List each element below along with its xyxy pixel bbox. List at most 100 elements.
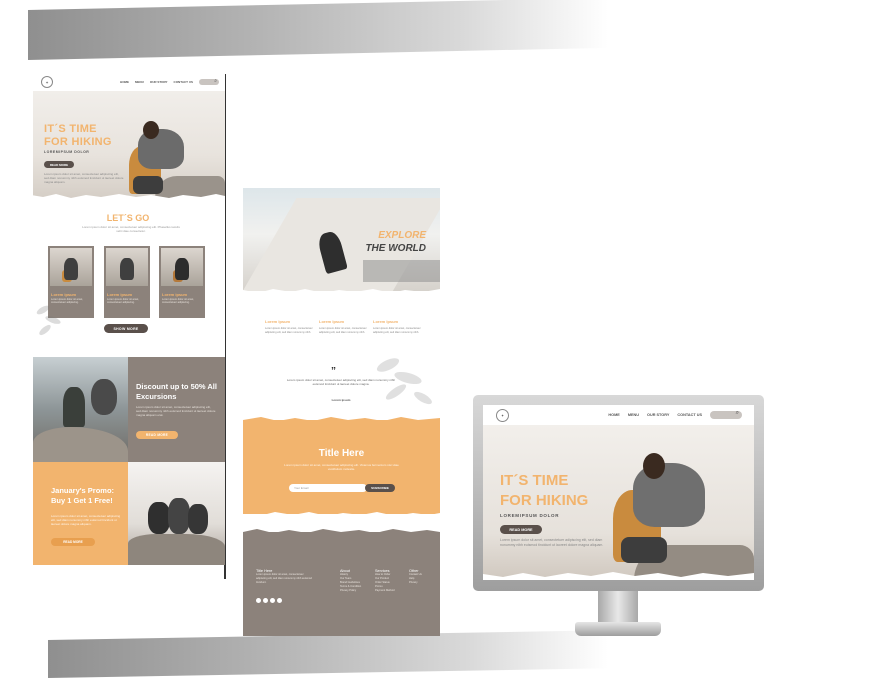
explore-title-line2: THE WORLD bbox=[365, 243, 426, 254]
testimonial-author: Lorem ipsum bbox=[331, 398, 351, 402]
read-more-button[interactable]: READ MORE bbox=[500, 525, 542, 534]
card-title: Lorem ipsum bbox=[51, 292, 77, 297]
hero-subtitle: LOREMIPSUM DOLOR bbox=[500, 513, 560, 518]
card-image bbox=[50, 248, 92, 286]
info-column-text: Lorem ipsum dolor sit amet, consectetuer… bbox=[319, 327, 367, 334]
nav-contact-us[interactable]: CONTACT US bbox=[174, 80, 193, 84]
social-icons bbox=[256, 598, 282, 603]
discount-title: Discount up to 50% All Excursions bbox=[136, 382, 217, 401]
logo-icon[interactable]: ✦ bbox=[496, 408, 509, 422]
info-column-text: Lorem ipsum dolor sit amet, consectetuer… bbox=[265, 327, 313, 334]
info-column-title: Lorem Ipsum bbox=[373, 319, 399, 324]
show-more-button[interactable]: SHOW MORE bbox=[104, 324, 148, 333]
newsletter-title: Title Here bbox=[318, 448, 365, 459]
lets-go-description: Lorem ipsum dolor sit amet, consectetuer… bbox=[82, 225, 180, 233]
landing-page-mockup: ✦ HOME MENU OUR STORY CONTACT US ⌕ IT´S … bbox=[31, 73, 225, 565]
footer-link[interactable]: Privacy bbox=[409, 581, 422, 585]
card-text: Lorem ipsum dolor sit amet, consectetuer… bbox=[162, 298, 195, 305]
testimonial-text: Lorem ipsum dolor sit amet, consectetuer… bbox=[286, 378, 396, 386]
read-more-button[interactable]: READ MORE bbox=[44, 161, 74, 168]
footer-column-other: Other Contact Us Help Privacy bbox=[409, 569, 422, 585]
nav-menu[interactable]: MENU bbox=[135, 80, 144, 84]
info-column: Lorem Ipsum Lorem ipsum dolor sit amet, … bbox=[319, 319, 371, 334]
torn-paper-edge bbox=[243, 512, 440, 519]
info-column: Lorem Ipsum Lorem ipsum dolor sit amet, … bbox=[373, 319, 425, 334]
promo-image bbox=[128, 462, 225, 565]
footer: Title Here Lorem ipsum dolor sit amet, c… bbox=[243, 532, 440, 636]
card-image bbox=[106, 248, 148, 286]
hero-title-line2: FOR HIKING bbox=[44, 136, 112, 148]
email-input[interactable]: Your Email bbox=[289, 484, 367, 492]
subscribe-button[interactable]: SUBSCRIBE bbox=[365, 484, 395, 492]
leaf-shadow-decoration bbox=[36, 305, 61, 336]
hero-title: IT´S TIME FOR HIKING bbox=[44, 123, 112, 149]
footer-column-about: About History Our Team Brand Guidelines … bbox=[340, 569, 361, 593]
card-title: Lorem ipsum bbox=[162, 292, 188, 297]
promo-text: Lorem ipsum dolor sit amet, consectetuer… bbox=[51, 514, 121, 526]
hero-text: Lorem ipsum dolor sit amet, consectetuer… bbox=[44, 172, 124, 184]
info-column-title: Lorem Ipsum bbox=[319, 319, 345, 324]
footer-link[interactable]: Payment Method bbox=[375, 589, 395, 593]
quote-icon: ” bbox=[331, 366, 336, 377]
info-column-text: Lorem ipsum dolor sit amet, consectetuer… bbox=[373, 327, 421, 334]
hero-section: IT´S TIME FOR HIKING LOREMIPSUM DOLOR RE… bbox=[33, 91, 225, 198]
tour-card[interactable]: Lorem ipsum Lorem ipsum dolor sit amet, … bbox=[104, 246, 150, 318]
torn-paper-edge bbox=[31, 194, 225, 201]
card-image bbox=[161, 248, 203, 286]
logo-icon[interactable]: ✦ bbox=[41, 76, 53, 88]
nav-our-story[interactable]: OUR STORY bbox=[647, 413, 669, 417]
instagram-icon[interactable] bbox=[256, 598, 261, 603]
torn-paper-edge bbox=[483, 572, 754, 580]
hero-title-line1: IT´S TIME bbox=[44, 123, 97, 135]
hero-title-line1: IT´S TIME bbox=[500, 472, 569, 489]
monitor-screen: ✦ HOME MENU OUR STORY CONTACT US ⌕ IT´S … bbox=[483, 405, 754, 580]
discount-read-more-button[interactable]: READ MORE bbox=[136, 431, 178, 439]
promo-read-more-button[interactable]: READ MORE bbox=[51, 538, 95, 546]
nav-menu[interactable]: MENU bbox=[628, 413, 639, 417]
youtube-icon[interactable] bbox=[277, 598, 282, 603]
hero-title: IT´S TIME FOR HIKING bbox=[500, 471, 588, 511]
hiker-head bbox=[643, 453, 665, 479]
navbar: ✦ HOME MENU OUR STORY CONTACT US ⌕ bbox=[483, 405, 754, 425]
nav-our-story[interactable]: OUR STORY bbox=[150, 80, 168, 84]
search-icon[interactable]: ⌕ bbox=[736, 410, 739, 417]
discount-panel: Discount up to 50% All Excursions Lorem … bbox=[128, 357, 225, 462]
nav-home[interactable]: HOME bbox=[120, 80, 129, 84]
footer-link[interactable]: Privacy Policy bbox=[340, 589, 361, 593]
info-column: Lorem Ipsum Lorem ipsum dolor sit amet, … bbox=[265, 319, 317, 334]
footer-description: Lorem ipsum dolor sit amet, consectetuer… bbox=[256, 573, 312, 584]
sea-horizon bbox=[363, 260, 440, 282]
explore-title-line1: EXPLORE bbox=[378, 230, 426, 241]
card-text: Lorem ipsum dolor sit amet, consectetuer… bbox=[107, 298, 140, 305]
hiker-head bbox=[143, 121, 159, 139]
discount-text: Lorem ipsum dolor sit amet, consectetuer… bbox=[136, 405, 216, 417]
search-input[interactable]: ⌕ bbox=[199, 78, 219, 85]
hero-title-line2: FOR HIKING bbox=[500, 492, 589, 509]
torn-paper-edge bbox=[243, 417, 440, 424]
search-icon[interactable]: ⌕ bbox=[214, 78, 217, 84]
top-gradient-banner bbox=[28, 0, 608, 61]
newsletter-section: Title Here Lorem ipsum dolor sit amet, c… bbox=[243, 420, 440, 514]
tour-card[interactable]: Lorem ipsum Lorem ipsum dolor sit amet, … bbox=[159, 246, 205, 318]
explore-page-mockup: EXPLORE THE WORLD Lorem Ipsum Lorem ipsu… bbox=[243, 180, 440, 636]
card-title: Lorem ipsum bbox=[107, 292, 133, 297]
monitor-frame: ✦ HOME MENU OUR STORY CONTACT US ⌕ IT´S … bbox=[473, 395, 764, 591]
twitter-icon[interactable] bbox=[270, 598, 275, 603]
navbar: ✦ HOME MENU OUR STORY CONTACT US ⌕ bbox=[31, 73, 225, 91]
hero-text: Lorem ipsum dolor sit amet, consectetuer… bbox=[500, 538, 604, 547]
nav-home[interactable]: HOME bbox=[608, 413, 619, 417]
hero-subtitle: LOREMIPSUM DOLOR bbox=[44, 150, 90, 154]
lets-go-title: LET´S GO bbox=[106, 213, 150, 223]
promo-panel: January's Promo: Buy 1 Get 1 Free! Lorem… bbox=[33, 462, 128, 565]
facebook-icon[interactable] bbox=[263, 598, 268, 603]
nav-contact-us[interactable]: CONTACT US bbox=[677, 413, 702, 417]
hero-section: IT´S TIME FOR HIKING LOREMIPSUM DOLOR RE… bbox=[483, 425, 754, 580]
monitor-stand-base bbox=[575, 622, 661, 636]
footer-column-services: Services How to Order Our Product Order … bbox=[375, 569, 395, 593]
search-input[interactable]: ⌕ bbox=[710, 410, 742, 419]
hiker-pants bbox=[621, 537, 667, 563]
promo-title: January's Promo: Buy 1 Get 1 Free! bbox=[51, 486, 115, 505]
monitor-stand-neck bbox=[598, 591, 638, 623]
info-column-title: Lorem Ipsum bbox=[265, 319, 291, 324]
footer-column: Title Here Lorem ipsum dolor sit amet, c… bbox=[256, 569, 314, 585]
